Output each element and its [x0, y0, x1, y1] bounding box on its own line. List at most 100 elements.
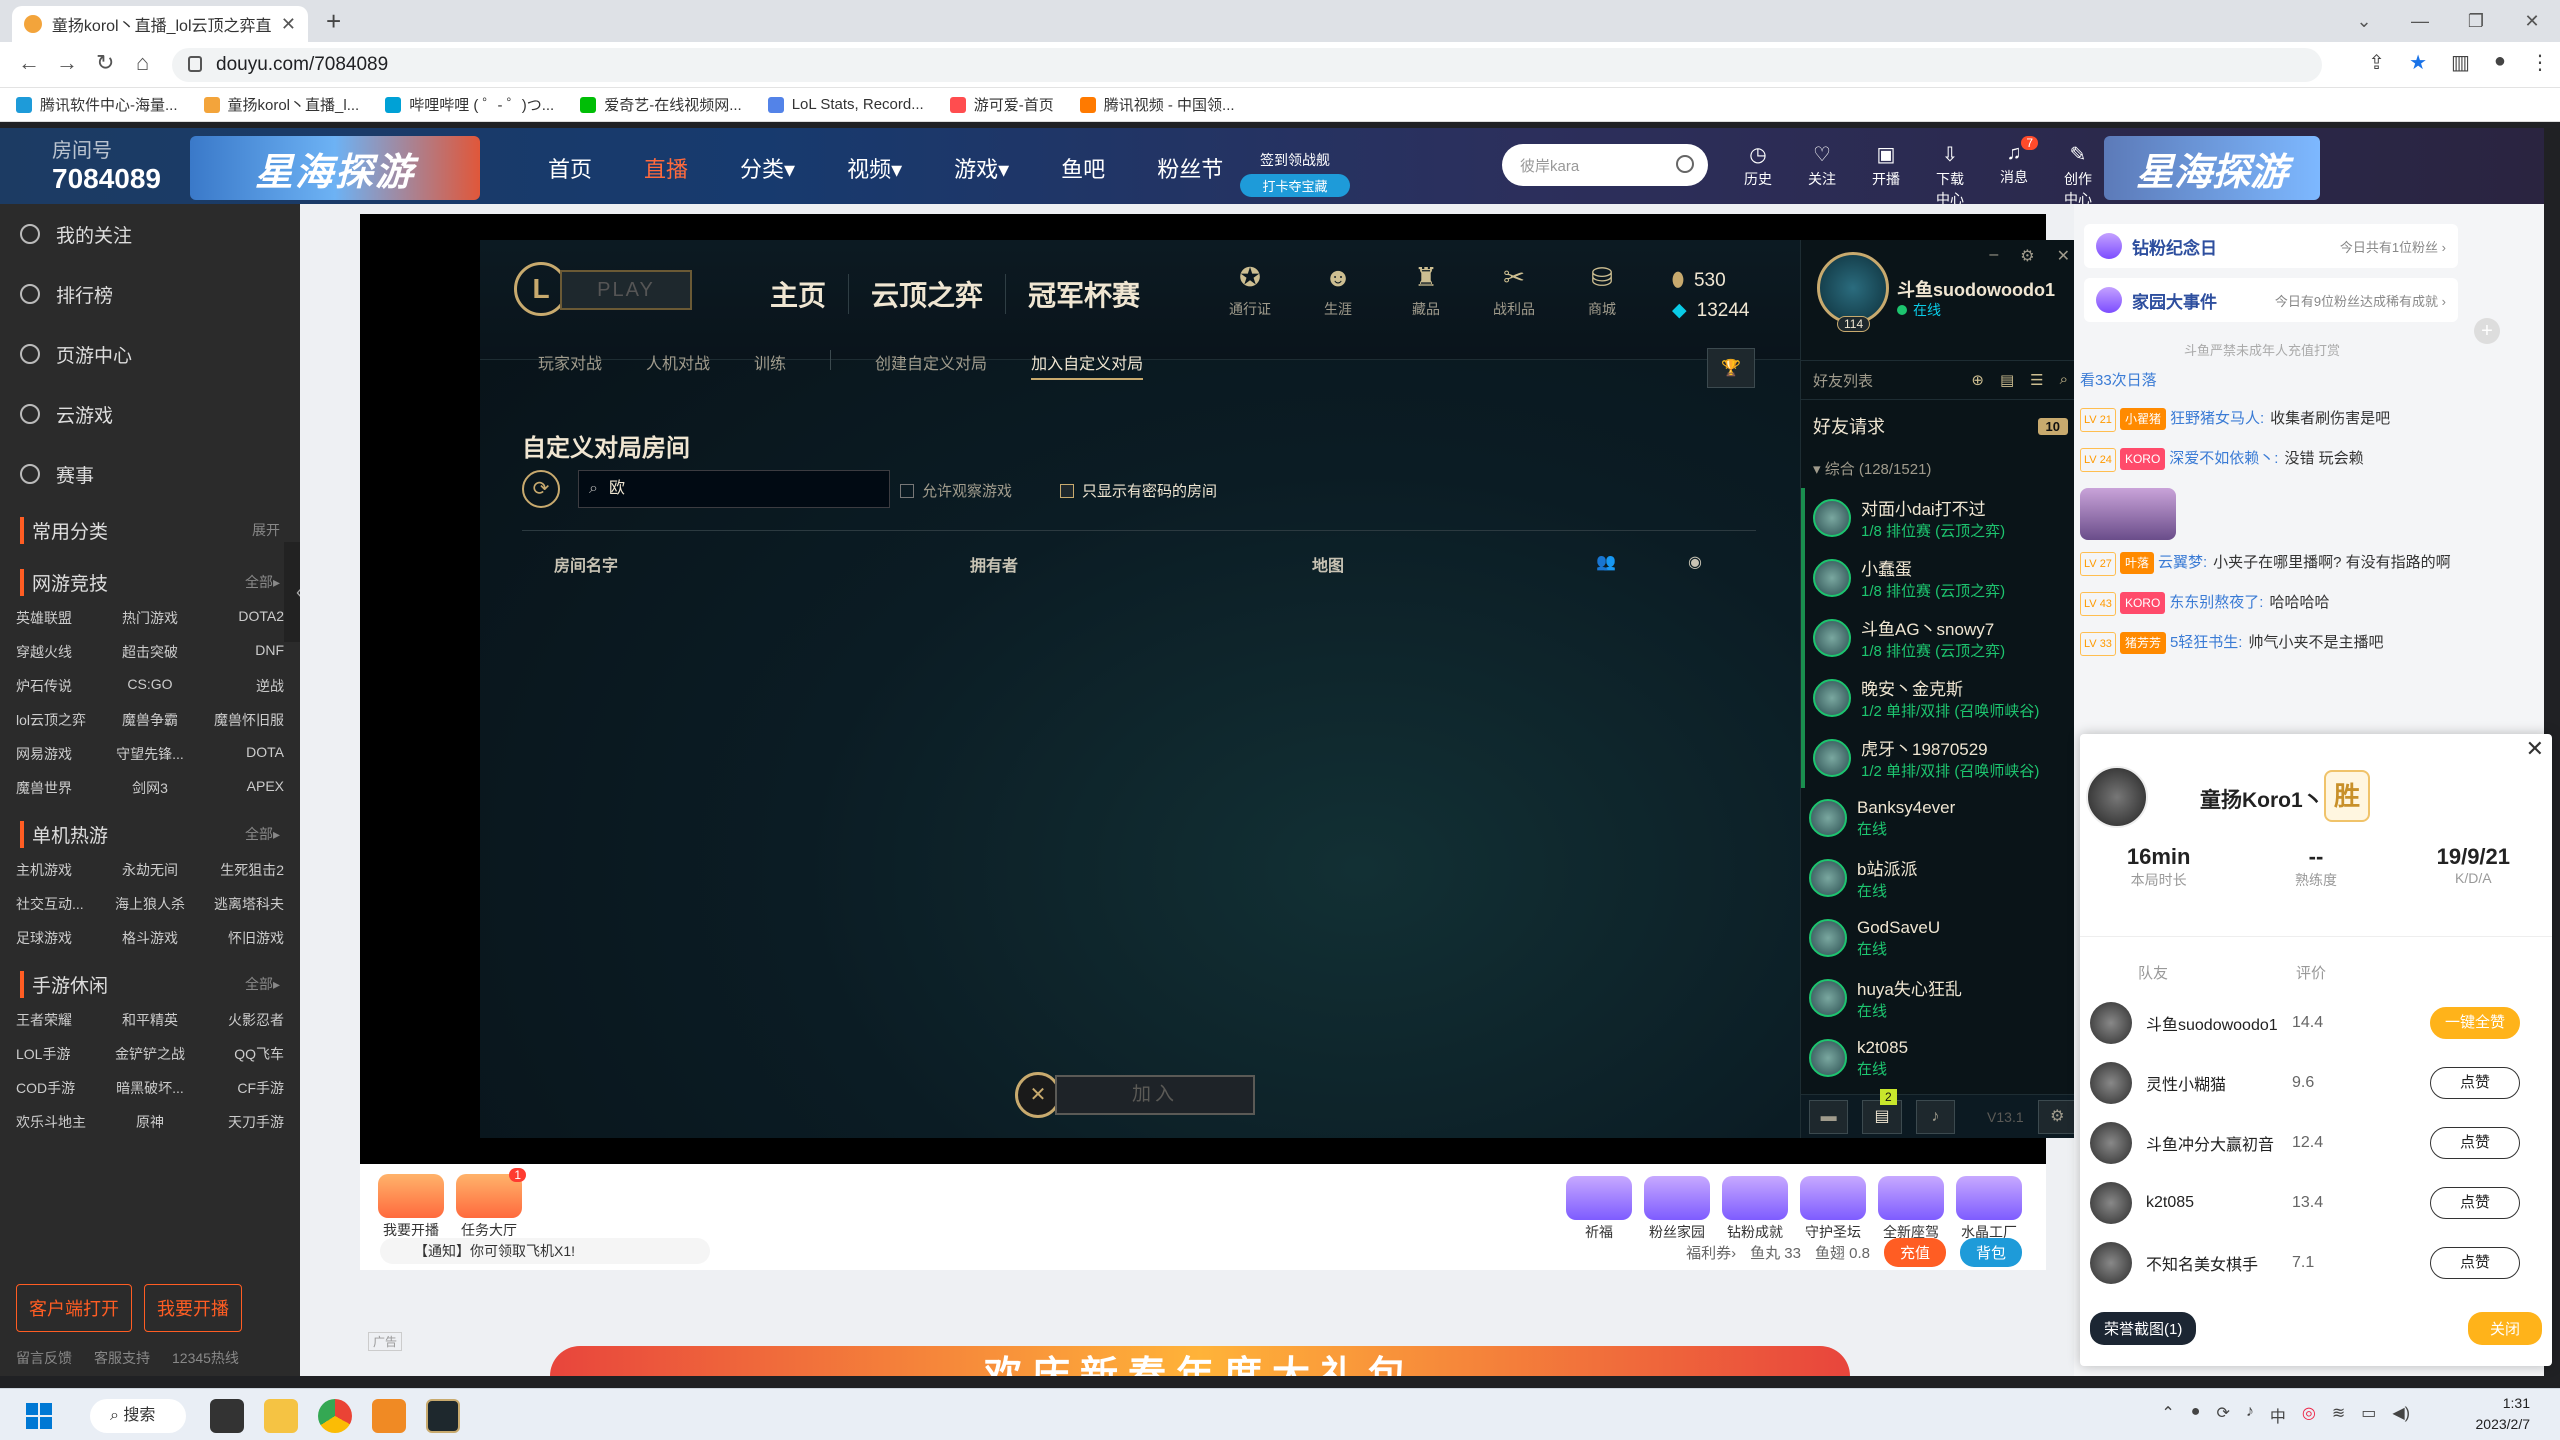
refresh-icon[interactable]: ⟳ — [522, 470, 560, 508]
category-link[interactable]: DOTA2 — [195, 608, 284, 628]
friend-row[interactable]: 虎牙丶19870529 1/2 单排/双排 (召唤师峡谷) — [1801, 728, 2080, 788]
lol-loot-button[interactable]: ✂ 战利品 — [1484, 262, 1544, 319]
header-download-button[interactable]: ⇩ 下载中心 — [1930, 142, 1970, 209]
folder-icon[interactable]: ▤ — [2000, 371, 2014, 389]
lol-store-button[interactable]: ⛁ 商城 — [1572, 262, 1632, 319]
category-link[interactable]: CF手游 — [195, 1078, 284, 1098]
category-link[interactable]: 魔兽世界 — [16, 778, 105, 798]
bookmark-item[interactable]: 童扬korol丶直播_l... — [203, 94, 359, 115]
close-icon[interactable]: ✕ — [2057, 246, 2070, 266]
close-tab-icon[interactable]: ✕ — [281, 14, 296, 35]
recharge-button[interactable]: 充值 — [1883, 1238, 1946, 1267]
share-icon[interactable]: ⇪ — [2368, 50, 2385, 75]
category-link[interactable]: 逃离塔科夫 — [195, 894, 284, 914]
lol-nav-tab[interactable]: 主页 — [770, 274, 850, 314]
room-search-input[interactable]: 欧 — [578, 470, 890, 508]
header-bell-button[interactable]: ♫ 消息 7 — [1994, 136, 2038, 209]
browser-tab[interactable]: 童扬korol丶直播_lol云顶之弈直播 ✕ — [12, 6, 308, 42]
header-heart-button[interactable]: ♡ 关注 — [1802, 142, 1842, 209]
back-icon[interactable]: ← — [18, 50, 40, 76]
col-room-name[interactable]: 房间名字 — [554, 552, 618, 576]
category-link[interactable]: 网易游戏 — [16, 744, 105, 764]
profile-icon[interactable]: ● — [2494, 50, 2506, 75]
lol-profile-button[interactable]: ☻ 生涯 — [1308, 262, 1368, 319]
bag-button[interactable]: 背包 — [1959, 1238, 2022, 1267]
sync-icon[interactable]: ⟳ — [2216, 1403, 2229, 1427]
header-broadcast-button[interactable]: ▣ 开播 — [1866, 142, 1906, 209]
chat-username[interactable]: 看33次日落 — [2080, 372, 2157, 389]
allow-spectate-checkbox[interactable]: 允许观察游戏 — [900, 480, 1012, 501]
menu-kebab-icon[interactable]: ⋮ — [2530, 50, 2550, 75]
avatar[interactable] — [2090, 1122, 2132, 1164]
mic-icon[interactable]: ♪ — [2246, 1403, 2254, 1427]
network-icon[interactable]: ▭ — [2361, 1403, 2376, 1427]
notice-bar[interactable]: 【通知】你可领取飞机X1! — [380, 1238, 710, 1264]
settings-gear-icon[interactable]: ⚙ — [2037, 1099, 2077, 1134]
bookmark-item[interactable]: 游可爱-首页 — [949, 94, 1054, 115]
sidebar-item[interactable]: 页游中心 — [0, 324, 300, 384]
friend-row[interactable]: 斗鱼AG丶snowy7 1/8 排位赛 (云顶之弈) — [1801, 608, 2080, 668]
event-banner[interactable]: 星海探游 — [190, 136, 480, 200]
open-client-button[interactable]: 客户端打开 — [16, 1284, 132, 1332]
feature-button[interactable]: 粉丝家园 — [1644, 1176, 1710, 1242]
feature-button[interactable]: 1 任务大厅 — [456, 1168, 526, 1240]
start-stream-button[interactable]: 我要开播 — [144, 1284, 242, 1332]
chat-username[interactable]: 东东别熬夜了: — [2169, 594, 2263, 611]
feature-button[interactable]: 守护圣坛 — [1800, 1176, 1866, 1242]
lol-nav-tab[interactable]: 冠军杯赛 — [1028, 274, 1162, 314]
category-link[interactable]: 暗黑破坏... — [105, 1078, 194, 1098]
category-link[interactable]: 天刀手游 — [195, 1112, 284, 1132]
chat-message[interactable]: 看33次日落 — [2080, 370, 2526, 392]
add-icon[interactable]: + — [2474, 318, 2500, 344]
clock[interactable]: 1:31 2023/2/7 — [2476, 1393, 2531, 1435]
friend-row[interactable]: 对面小dai打不过 1/8 排位赛 (云顶之弈) — [1801, 488, 2080, 548]
friend-row[interactable]: huya失心狂乱 在线 — [1801, 968, 2080, 1028]
chevron-up-icon[interactable]: ⌃ — [2161, 1403, 2174, 1427]
avatar[interactable] — [2090, 1242, 2132, 1284]
category-link[interactable]: 王者荣耀 — [16, 1010, 105, 1030]
category-link[interactable]: 逆战 — [195, 676, 284, 696]
gear-icon[interactable]: ⚙ — [2020, 246, 2034, 266]
app-icon[interactable] — [372, 1399, 406, 1433]
honor-screenshot-button[interactable]: 荣誉截图(1) — [2090, 1312, 2197, 1345]
category-link[interactable]: 守望先锋... — [105, 744, 194, 764]
wifi-icon[interactable]: ≋ — [2332, 1403, 2345, 1427]
lol-subnav-tab[interactable]: 加入自定义对局 — [1031, 350, 1144, 380]
user-banner[interactable]: 星海探游 — [2104, 136, 2320, 200]
ime-language[interactable]: 中 — [2270, 1403, 2286, 1427]
category-link[interactable]: 穿越火线 — [16, 642, 105, 662]
tray-app-icon[interactable]: ● — [2191, 1403, 2201, 1427]
search-icon[interactable] — [1676, 155, 1694, 173]
category-link[interactable]: COD手游 — [16, 1078, 105, 1098]
footer-link[interactable]: 留言反馈 — [16, 1348, 72, 1368]
category-link[interactable]: 生死狙击2 — [195, 860, 284, 880]
lol-collection-button[interactable]: ♜ 藏品 — [1396, 262, 1456, 319]
bookmark-star-icon[interactable]: ★ — [2409, 50, 2427, 75]
bookmark-item[interactable]: 腾讯软件中心-海量... — [16, 94, 178, 115]
windows-start-icon[interactable] — [26, 1403, 52, 1429]
like-button[interactable]: 点赞 — [2430, 1127, 2520, 1159]
sidebar-section-header[interactable]: 手游休闲 全部▸ — [0, 958, 300, 1010]
avatar[interactable] — [2090, 1182, 2132, 1224]
lol-nav-tab[interactable]: 云顶之弈 — [871, 274, 1007, 314]
sidebar-item[interactable]: 排行榜 — [0, 264, 300, 324]
bookmark-item[interactable]: 腾讯视频 - 中国领... — [1079, 94, 1235, 115]
header-history-button[interactable]: ◷ 历史 — [1738, 142, 1778, 209]
close-button[interactable]: 关闭 — [2467, 1312, 2542, 1345]
lol-subnav-tab[interactable]: 创建自定义对局 — [875, 350, 987, 380]
players-icon[interactable]: 👥 — [1596, 552, 1616, 572]
close-icon[interactable]: ✕ — [2526, 736, 2544, 762]
footer-link[interactable]: 客服支持 — [94, 1348, 150, 1368]
avatar[interactable] — [2090, 1062, 2132, 1104]
sidebar-section-header[interactable]: 单机热游 全部▸ — [0, 808, 300, 860]
category-link[interactable]: 剑网3 — [105, 778, 194, 798]
restore-icon[interactable]: ❐ — [2448, 0, 2504, 42]
file-explorer-icon[interactable] — [264, 1399, 298, 1433]
add-friend-icon[interactable]: ⊕ — [1971, 371, 1984, 389]
avatar[interactable] — [2086, 766, 2148, 828]
join-button[interactable]: 加入 — [1055, 1075, 1255, 1115]
feature-button[interactable]: 全新座驾 — [1878, 1176, 1944, 1242]
friend-row[interactable]: k2t085 在线 — [1801, 1028, 2080, 1088]
feature-button[interactable]: 我要开播 — [378, 1174, 444, 1240]
signin-promo[interactable]: 签到领战舰 打卡夺宝藏 — [1240, 150, 1350, 197]
